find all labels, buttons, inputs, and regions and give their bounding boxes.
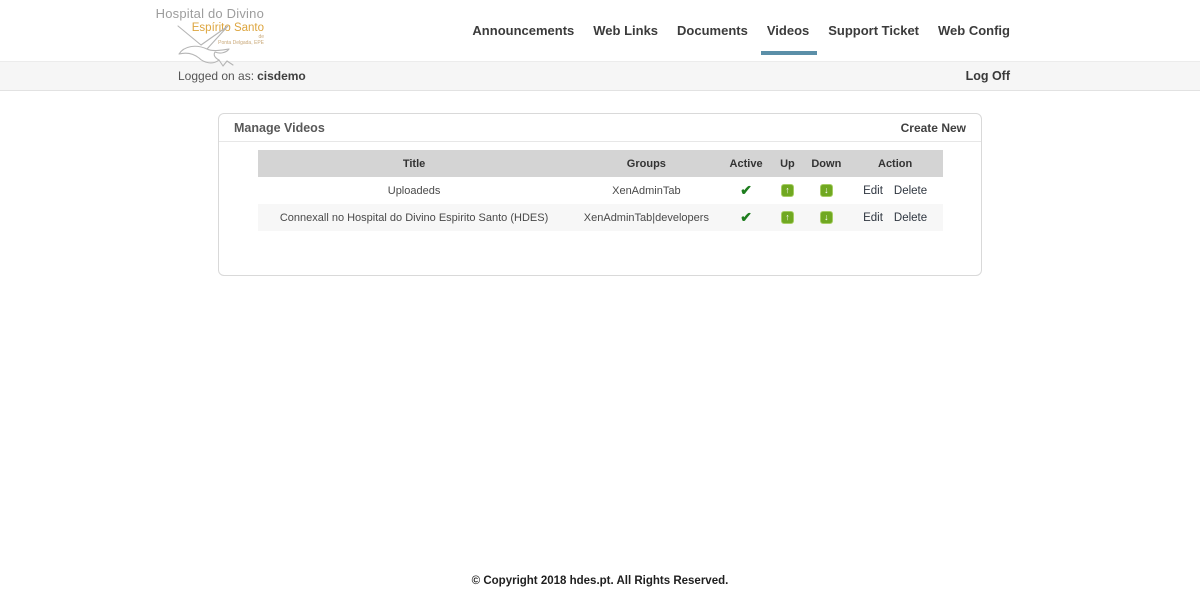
dove-icon (174, 25, 252, 67)
col-header-down: Down (805, 158, 847, 170)
action-cell: Edit Delete (847, 212, 943, 224)
create-new-button[interactable]: Create New (901, 121, 966, 135)
video-title: Uploadeds (258, 185, 570, 197)
nav-item-web-links[interactable]: Web Links (593, 23, 658, 38)
active-status: ✔ (723, 209, 770, 226)
table-header-row: Title Groups Active Up Down Action (258, 150, 943, 177)
log-off-link[interactable]: Log Off (966, 69, 1010, 83)
move-down-cell: ↓ (805, 184, 847, 197)
move-up-button[interactable]: ↑ (781, 211, 794, 224)
move-down-button[interactable]: ↓ (820, 211, 833, 224)
logged-on-text: Logged on as:cisdemo (178, 69, 306, 83)
move-up-cell: ↑ (770, 184, 806, 197)
nav-item-announcements[interactable]: Announcements (472, 23, 574, 38)
copyright-text: © Copyright 2018 hdes.pt. All Rights Res… (0, 575, 1200, 587)
delete-link[interactable]: Delete (894, 185, 927, 197)
main-nav: Announcements Web Links Documents Videos… (472, 0, 1010, 61)
video-title: Connexall no Hospital do Divino Espirito… (258, 212, 570, 224)
hospital-logo: Hospital do Divino Espírito Santo de Pon… (148, 7, 264, 47)
move-down-button[interactable]: ↓ (820, 184, 833, 197)
move-up-button[interactable]: ↑ (781, 184, 794, 197)
check-icon: ✔ (740, 182, 752, 198)
videos-table: Title Groups Active Up Down Action Uploa… (219, 142, 981, 275)
manage-videos-panel: Manage Videos Create New Title Groups Ac… (218, 113, 982, 276)
move-up-cell: ↑ (770, 211, 806, 224)
active-status: ✔ (723, 182, 770, 199)
nav-item-documents[interactable]: Documents (677, 23, 748, 38)
move-down-cell: ↓ (805, 211, 847, 224)
nav-item-web-config[interactable]: Web Config (938, 23, 1010, 38)
col-header-active: Active (723, 158, 770, 170)
action-cell: Edit Delete (847, 185, 943, 197)
nav-item-videos[interactable]: Videos (767, 23, 809, 38)
check-icon: ✔ (740, 209, 752, 225)
logged-on-prefix: Logged on as: (178, 69, 254, 83)
col-header-up: Up (770, 158, 806, 170)
top-header: Hospital do Divino Espírito Santo de Pon… (0, 0, 1200, 61)
nav-item-support-ticket[interactable]: Support Ticket (828, 23, 919, 38)
col-header-title: Title (258, 158, 570, 170)
col-header-groups: Groups (570, 158, 723, 170)
panel-header: Manage Videos Create New (219, 114, 981, 142)
col-header-action: Action (847, 158, 943, 170)
username: cisdemo (257, 69, 306, 83)
logo-text-line1: Hospital do Divino (148, 7, 264, 22)
table-row: Uploadeds XenAdminTab ✔ ↑ ↓ Edit Delete (258, 177, 943, 204)
video-groups: XenAdminTab|developers (570, 212, 723, 224)
panel-title: Manage Videos (234, 121, 325, 135)
edit-link[interactable]: Edit (863, 212, 883, 224)
delete-link[interactable]: Delete (894, 212, 927, 224)
table-row: Connexall no Hospital do Divino Espirito… (258, 204, 943, 231)
edit-link[interactable]: Edit (863, 185, 883, 197)
video-groups: XenAdminTab (570, 185, 723, 197)
